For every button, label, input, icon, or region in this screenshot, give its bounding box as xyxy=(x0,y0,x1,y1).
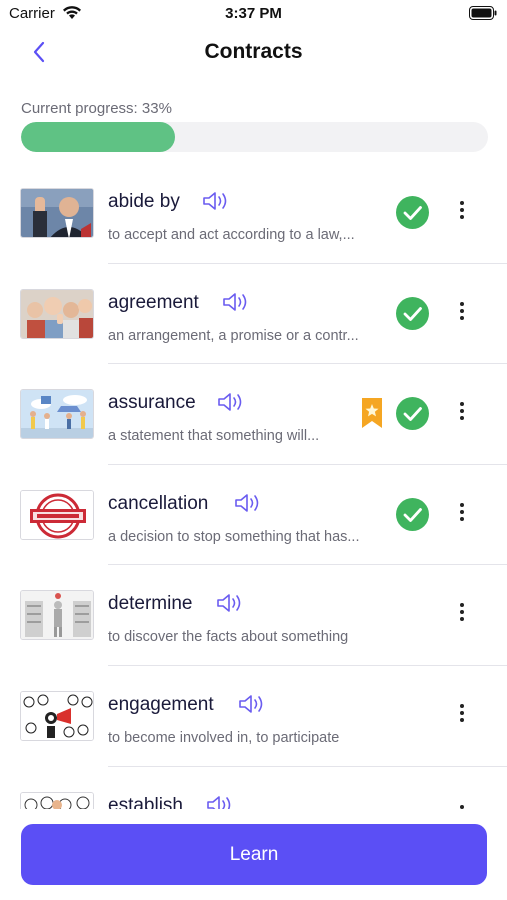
learn-button[interactable]: Learn xyxy=(21,824,487,885)
word-row[interactable]: cancellation a decision to stop something… xyxy=(0,465,507,566)
speaker-icon[interactable] xyxy=(217,392,245,412)
checkmark-icon xyxy=(396,497,429,531)
more-options-icon[interactable] xyxy=(454,601,470,627)
word-title: assurance xyxy=(108,392,196,414)
more-options-icon[interactable] xyxy=(454,300,470,326)
checkmark-icon xyxy=(396,196,429,229)
word-title: agreement xyxy=(108,291,199,313)
speaker-icon[interactable] xyxy=(222,292,250,312)
word-title: establish xyxy=(108,794,183,809)
word-row[interactable]: assurance a statement that something will… xyxy=(0,364,507,465)
checkmark-icon xyxy=(396,296,429,330)
word-definition: a decision to stop something that has... xyxy=(108,528,360,545)
word-row[interactable]: determine to discover the facts about som… xyxy=(0,565,507,666)
page-title: Contracts xyxy=(204,40,303,63)
more-options-icon[interactable] xyxy=(454,501,470,527)
word-row[interactable]: agreement an arrangement, a promise or a … xyxy=(0,264,507,365)
word-definition: to accept and act according to a law,... xyxy=(108,227,355,243)
word-title: abide by xyxy=(108,191,180,212)
bookmark-icon[interactable] xyxy=(362,398,382,433)
more-options-icon[interactable] xyxy=(454,702,470,728)
word-title: engagement xyxy=(108,693,214,715)
speaker-icon[interactable] xyxy=(234,493,262,513)
word-row[interactable]: abide by to accept and act according to a… xyxy=(0,163,507,264)
word-thumbnail xyxy=(20,791,94,809)
progress-label: Current progress: 33% xyxy=(21,100,172,117)
word-thumbnail xyxy=(20,188,94,238)
word-definition: to discover the facts about something xyxy=(108,629,349,646)
speaker-icon[interactable] xyxy=(202,191,230,211)
battery-icon xyxy=(469,6,497,25)
word-list[interactable]: abide by to accept and act according to a… xyxy=(0,163,507,809)
more-options-icon[interactable] xyxy=(454,803,470,809)
word-row[interactable]: engagement to become involved in, to part… xyxy=(0,666,507,767)
progress-fill xyxy=(21,122,176,152)
speaker-icon[interactable] xyxy=(238,694,266,714)
speaker-icon[interactable] xyxy=(216,593,244,613)
word-thumbnail xyxy=(20,389,94,440)
checkmark-icon xyxy=(396,397,429,431)
word-definition: an arrangement, a promise or a contr... xyxy=(108,327,359,344)
speaker-icon[interactable] xyxy=(206,795,234,809)
word-definition: to become involved in, to participate xyxy=(108,729,340,746)
word-title: determine xyxy=(108,593,193,615)
more-options-icon[interactable] xyxy=(454,400,470,426)
word-thumbnail xyxy=(20,690,94,741)
status-bar: Carrier 3:37 PM xyxy=(0,0,507,28)
word-definition: a statement that something will... xyxy=(108,428,320,445)
word-thumbnail xyxy=(20,489,94,540)
word-thumbnail xyxy=(20,288,94,339)
nav-bar: Contracts xyxy=(0,30,507,74)
word-title: cancellation xyxy=(108,492,209,514)
word-thumbnail xyxy=(20,590,94,641)
word-row[interactable]: establish xyxy=(0,767,507,809)
progress-bar xyxy=(21,122,488,152)
more-options-icon[interactable] xyxy=(454,199,470,225)
status-time: 3:37 PM xyxy=(225,5,282,22)
